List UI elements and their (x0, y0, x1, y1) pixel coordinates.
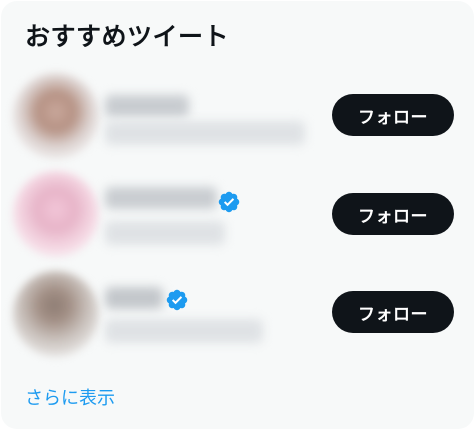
account-name-blurred[interactable] (105, 95, 189, 117)
account-handle-blurred (105, 121, 305, 145)
account-name-blurred[interactable] (105, 287, 163, 309)
list-item[interactable]: フォロー (1, 271, 474, 369)
avatar[interactable] (13, 73, 99, 159)
account-handle-blurred (105, 221, 225, 245)
recommended-tweets-card: おすすめツイート フォロー フォロー フォロー さらに表示 (1, 1, 474, 429)
follow-button[interactable]: フォロー (332, 94, 454, 136)
list-item[interactable]: フォロー (1, 73, 474, 171)
verified-badge-icon (166, 289, 188, 311)
card-title: おすすめツイート (25, 22, 230, 51)
follow-button[interactable]: フォロー (332, 193, 454, 235)
avatar[interactable] (13, 171, 99, 257)
verified-badge-icon (218, 191, 240, 213)
account-name-blurred[interactable] (105, 187, 217, 209)
avatar[interactable] (13, 271, 99, 357)
list-item[interactable]: フォロー (1, 171, 474, 269)
account-handle-blurred (105, 319, 263, 343)
show-more-link[interactable]: さらに表示 (25, 384, 115, 410)
follow-button[interactable]: フォロー (332, 291, 454, 333)
